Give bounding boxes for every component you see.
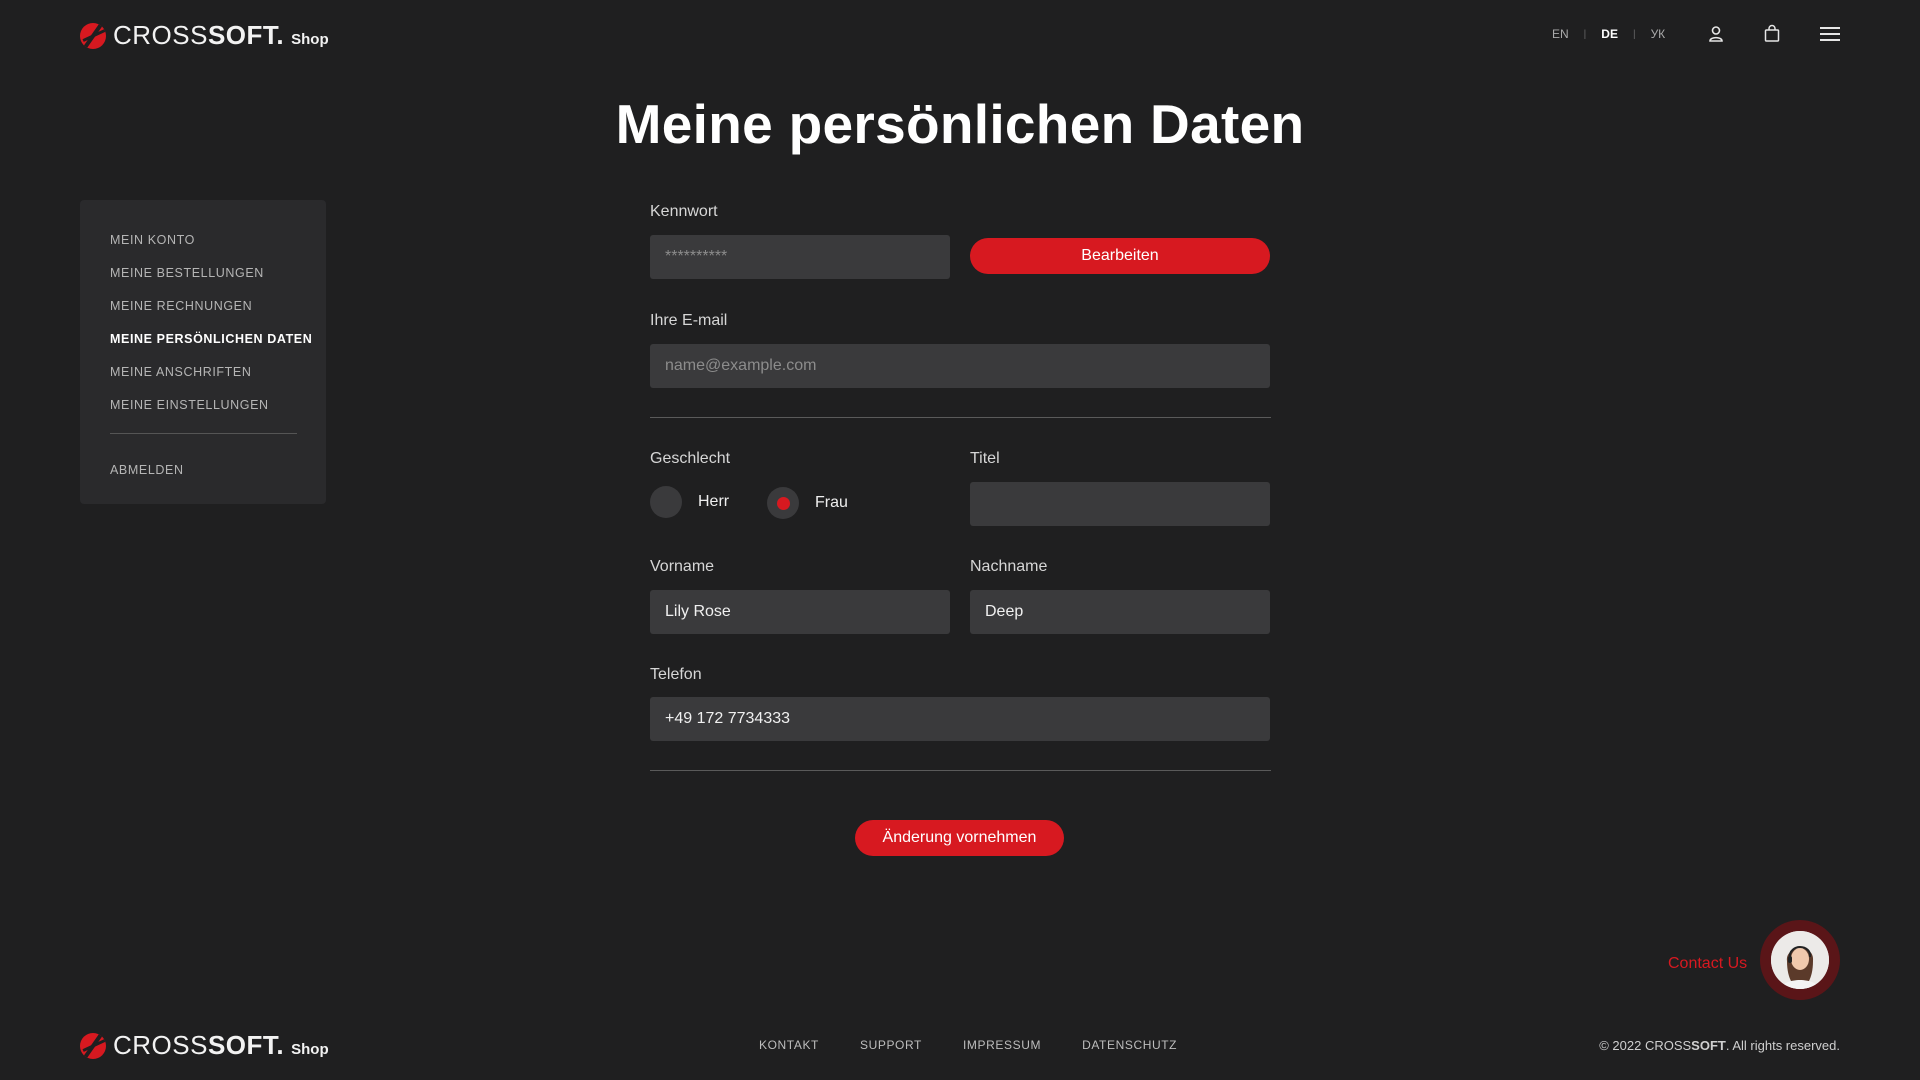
lang-separator: |	[1632, 28, 1636, 40]
radio-label-frau: Frau	[815, 494, 848, 511]
footer-link-impressum[interactable]: IMPRESSUM	[963, 1038, 1041, 1052]
password-label: Kennwort	[650, 203, 718, 220]
lang-en[interactable]: EN	[1552, 27, 1569, 41]
sidebar-item-mein-konto[interactable]: MEIN KONTO	[110, 230, 326, 263]
sidebar-item-bestellungen[interactable]: MEINE BESTELLUNGEN	[110, 263, 326, 296]
form-divider	[650, 770, 1271, 771]
shopping-bag-icon[interactable]	[1762, 24, 1782, 44]
logo-cross-text: CROSS	[113, 20, 208, 50]
copyright-prefix: © 2022 CROSS	[1599, 1038, 1692, 1053]
copyright: © 2022 CROSSSOFT. All rights reserved.	[1599, 1038, 1840, 1053]
sidebar-divider	[110, 433, 297, 434]
footer-links: KONTAKT SUPPORT IMPRESSUM DATENSCHUTZ	[759, 1038, 1218, 1052]
email-label: Ihre E-mail	[650, 312, 728, 329]
form-divider	[650, 417, 1271, 418]
language-switcher: EN | DE | УК	[1552, 27, 1665, 41]
phone-label: Telefon	[650, 666, 702, 683]
logo-mark-icon	[80, 22, 106, 49]
lastname-field[interactable]	[970, 590, 1270, 634]
contact-avatar[interactable]	[1760, 920, 1840, 1000]
password-field[interactable]	[650, 235, 950, 279]
sidebar-item-anschriften[interactable]: MEINE ANSCHRIFTEN	[110, 362, 326, 395]
page: CROSS SOFT. Shop EN | DE | УК Meine pers…	[0, 0, 1920, 1080]
sidebar-item-logout[interactable]: ABMELDEN	[110, 460, 326, 493]
sidebar-item-rechnungen[interactable]: MEINE RECHNUNGEN	[110, 296, 326, 329]
logo[interactable]: CROSS SOFT. Shop	[80, 20, 329, 51]
edit-password-button[interactable]: Bearbeiten	[970, 238, 1270, 274]
support-agent-avatar-icon	[1771, 931, 1829, 989]
logo-mark-icon	[80, 1032, 106, 1059]
radio-circle-selected	[767, 487, 799, 519]
copyright-suffix: . All rights reserved.	[1725, 1038, 1840, 1053]
lang-de[interactable]: DE	[1601, 27, 1618, 41]
firstname-field[interactable]	[650, 590, 950, 634]
lastname-label: Nachname	[970, 558, 1048, 575]
page-title: Meine persönlichen Daten	[615, 93, 1305, 155]
footer-link-kontakt[interactable]: KONTAKT	[759, 1038, 819, 1052]
account-sidebar: MEIN KONTO MEINE BESTELLUNGEN MEINE RECH…	[80, 200, 326, 504]
footer-logo[interactable]: CROSS SOFT. Shop	[80, 1030, 329, 1061]
lang-uk[interactable]: УК	[1651, 27, 1666, 41]
radio-circle	[650, 486, 682, 518]
email-field[interactable]	[650, 344, 1270, 388]
logo-shop-text: Shop	[291, 1041, 329, 1058]
phone-field[interactable]	[650, 697, 1270, 741]
contact-us-link[interactable]: Contact Us	[1668, 955, 1747, 973]
user-icon[interactable]	[1706, 24, 1726, 44]
radio-label-herr: Herr	[698, 493, 730, 510]
sidebar-item-einstellungen[interactable]: MEINE EINSTELLUNGEN	[110, 395, 326, 428]
logo-soft-text: SOFT.	[207, 1030, 285, 1060]
logo-shop-text: Shop	[291, 31, 329, 48]
gender-radio-herr[interactable]: Herr	[650, 486, 729, 518]
menu-icon[interactable]	[1819, 24, 1841, 44]
gender-radio-frau[interactable]: Frau	[767, 487, 848, 519]
submit-changes-button[interactable]: Änderung vornehmen	[855, 820, 1064, 856]
footer-link-support[interactable]: SUPPORT	[860, 1038, 922, 1052]
firstname-label: Vorname	[650, 558, 715, 575]
logo-soft-text: SOFT.	[207, 20, 285, 50]
gender-label: Geschlecht	[650, 450, 731, 467]
copyright-brand: SOFT	[1691, 1038, 1726, 1053]
sidebar-item-persoenliche-daten[interactable]: MEINE PERSÖNLICHEN DATEN	[110, 329, 326, 362]
radio-selected-dot	[776, 496, 790, 510]
lang-separator: |	[1583, 28, 1587, 40]
footer-link-datenschutz[interactable]: DATENSCHUTZ	[1082, 1038, 1177, 1052]
title-label: Titel	[970, 450, 1000, 467]
title-field[interactable]	[970, 482, 1270, 526]
logo-cross-text: CROSS	[113, 1030, 208, 1060]
